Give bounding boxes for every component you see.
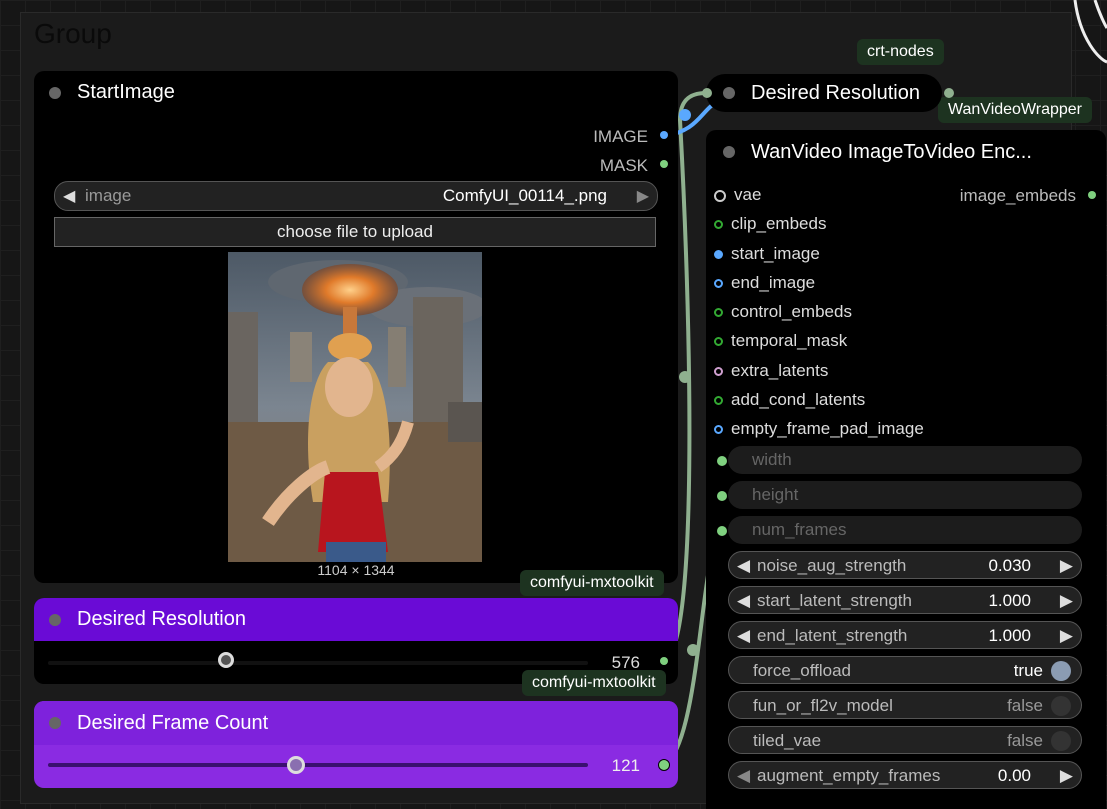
slider-value: 121: [611, 756, 640, 775]
output-slot[interactable]: [658, 759, 670, 771]
input-temporal-mask[interactable]: temporal_mask: [714, 331, 847, 351]
mxtoolkit-badge-1: comfyui-mxtoolkit: [520, 570, 664, 596]
wire-decor-1: [1073, 0, 1107, 64]
slot-ring-icon[interactable]: [714, 337, 723, 347]
toggle-tiled-vae[interactable]: tiled_vae false: [728, 726, 1082, 754]
input-extra-latents[interactable]: extra_latents: [714, 361, 828, 381]
toggle-knob-icon[interactable]: [1051, 731, 1071, 751]
left-arrow-icon[interactable]: ◀: [63, 186, 75, 206]
height-link-slot[interactable]: [717, 491, 727, 501]
input-control-embeds[interactable]: control_embeds: [714, 302, 852, 322]
node-title: WanVideo ImageToVideo Enc...: [751, 141, 1032, 163]
desired-frame-count-node[interactable]: Desired Frame Count 121: [34, 701, 678, 788]
decrement-arrow-icon[interactable]: ◀: [737, 556, 750, 576]
image-preview: [228, 252, 482, 562]
slot-ring-icon[interactable]: [714, 189, 726, 202]
image-combo-value: ComfyUI_00114_.png: [442, 186, 607, 205]
increment-arrow-icon[interactable]: ▶: [1060, 591, 1073, 611]
output-image-label: IMAGE: [593, 127, 648, 146]
slider-track[interactable]: [48, 661, 588, 665]
slider-thumb[interactable]: [287, 756, 306, 774]
slot-ring-icon[interactable]: [714, 279, 723, 289]
width-link-slot[interactable]: [717, 456, 727, 466]
increment-arrow-icon[interactable]: ▶: [1060, 626, 1073, 646]
collapse-dot[interactable]: [49, 717, 61, 729]
increment-arrow-icon[interactable]: ▶: [1060, 766, 1073, 786]
slot-ring-icon[interactable]: [714, 396, 723, 406]
decrement-arrow-icon[interactable]: ◀: [737, 626, 750, 646]
node-title: Desired Resolution: [751, 82, 920, 104]
slot-ring-icon[interactable]: [714, 220, 723, 230]
input-add-cond-latents[interactable]: add_cond_latents: [714, 390, 865, 410]
preview-illustration: [228, 252, 482, 562]
node-title: Desired Resolution: [77, 608, 246, 630]
start-image-node[interactable]: StartImage IMAGE MASK ◀ image ComfyUI_00…: [34, 71, 678, 583]
toggle-fun-or-fl2v-model[interactable]: fun_or_fl2v_model false: [728, 691, 1082, 719]
output-image-embeds-label: image_embeds: [959, 186, 1076, 205]
collapse-dot[interactable]: [49, 87, 61, 99]
mxtoolkit-badge-2: comfyui-mxtoolkit: [522, 670, 666, 696]
widget-start-latent-strength[interactable]: ◀ start_latent_strength 1.000 ▶: [728, 586, 1082, 614]
node-title: StartImage: [77, 81, 175, 103]
toggle-knob-icon[interactable]: [1051, 696, 1071, 716]
decrement-arrow-icon[interactable]: ◀: [737, 766, 750, 786]
widget-noise-aug-strength[interactable]: ◀ noise_aug_strength 0.030 ▶: [728, 551, 1082, 579]
input-slot[interactable]: [702, 88, 712, 98]
widget-width[interactable]: width: [728, 446, 1082, 474]
num-frames-link-slot[interactable]: [717, 526, 727, 536]
decrement-arrow-icon[interactable]: ◀: [737, 591, 750, 611]
input-start-image[interactable]: start_image: [714, 244, 820, 264]
output-slot[interactable]: [944, 88, 954, 98]
slot-ring-icon[interactable]: [714, 250, 723, 260]
wire-decor-2: [1093, 0, 1107, 29]
output-image-slot[interactable]: [660, 131, 668, 139]
desired-resolution-collapsed-node[interactable]: Desired Resolution: [702, 74, 954, 112]
output-image-embeds-slot[interactable]: [1088, 191, 1096, 199]
wanvideowrapper-badge: WanVideoWrapper: [938, 97, 1092, 123]
widget-end-latent-strength[interactable]: ◀ end_latent_strength 1.000 ▶: [728, 621, 1082, 649]
collapse-dot[interactable]: [49, 614, 61, 626]
toggle-knob-icon[interactable]: [1051, 661, 1071, 681]
slider-thumb[interactable]: [218, 652, 235, 668]
reroute-dot-2: [687, 644, 699, 656]
toggle-force-offload[interactable]: force_offload true: [728, 656, 1082, 684]
output-mask-label: MASK: [599, 156, 648, 175]
collapse-dot[interactable]: [723, 87, 735, 99]
input-empty-frame-pad-image[interactable]: empty_frame_pad_image: [714, 419, 924, 439]
output-slot[interactable]: [660, 657, 668, 665]
widget-augment-empty-frames[interactable]: ◀ augment_empty_frames 0.00 ▶: [728, 761, 1082, 789]
upload-button[interactable]: choose file to upload: [54, 217, 656, 247]
output-mask-slot[interactable]: [660, 160, 668, 168]
widget-height[interactable]: height: [728, 481, 1082, 509]
slider-track[interactable]: [48, 763, 588, 767]
right-arrow-icon[interactable]: ▶: [637, 186, 649, 206]
slot-ring-icon[interactable]: [714, 367, 723, 377]
reroute-dot-1: [679, 371, 691, 383]
slot-ring-icon[interactable]: [714, 425, 723, 435]
increment-arrow-icon[interactable]: ▶: [1060, 556, 1073, 576]
widget-num-frames[interactable]: num_frames: [728, 516, 1082, 544]
crt-nodes-badge: crt-nodes: [857, 39, 944, 65]
node-title: Desired Frame Count: [77, 712, 269, 734]
image-combo[interactable]: ◀ image ComfyUI_00114_.png ▶: [54, 181, 658, 211]
input-end-image[interactable]: end_image: [714, 273, 815, 293]
reroute-dot-3: [679, 109, 691, 121]
input-vae[interactable]: vae: [714, 185, 761, 205]
collapse-dot[interactable]: [723, 146, 735, 158]
input-clip-embeds[interactable]: clip_embeds: [714, 214, 826, 234]
slot-ring-icon[interactable]: [714, 308, 723, 318]
image-combo-label: image: [85, 186, 132, 205]
